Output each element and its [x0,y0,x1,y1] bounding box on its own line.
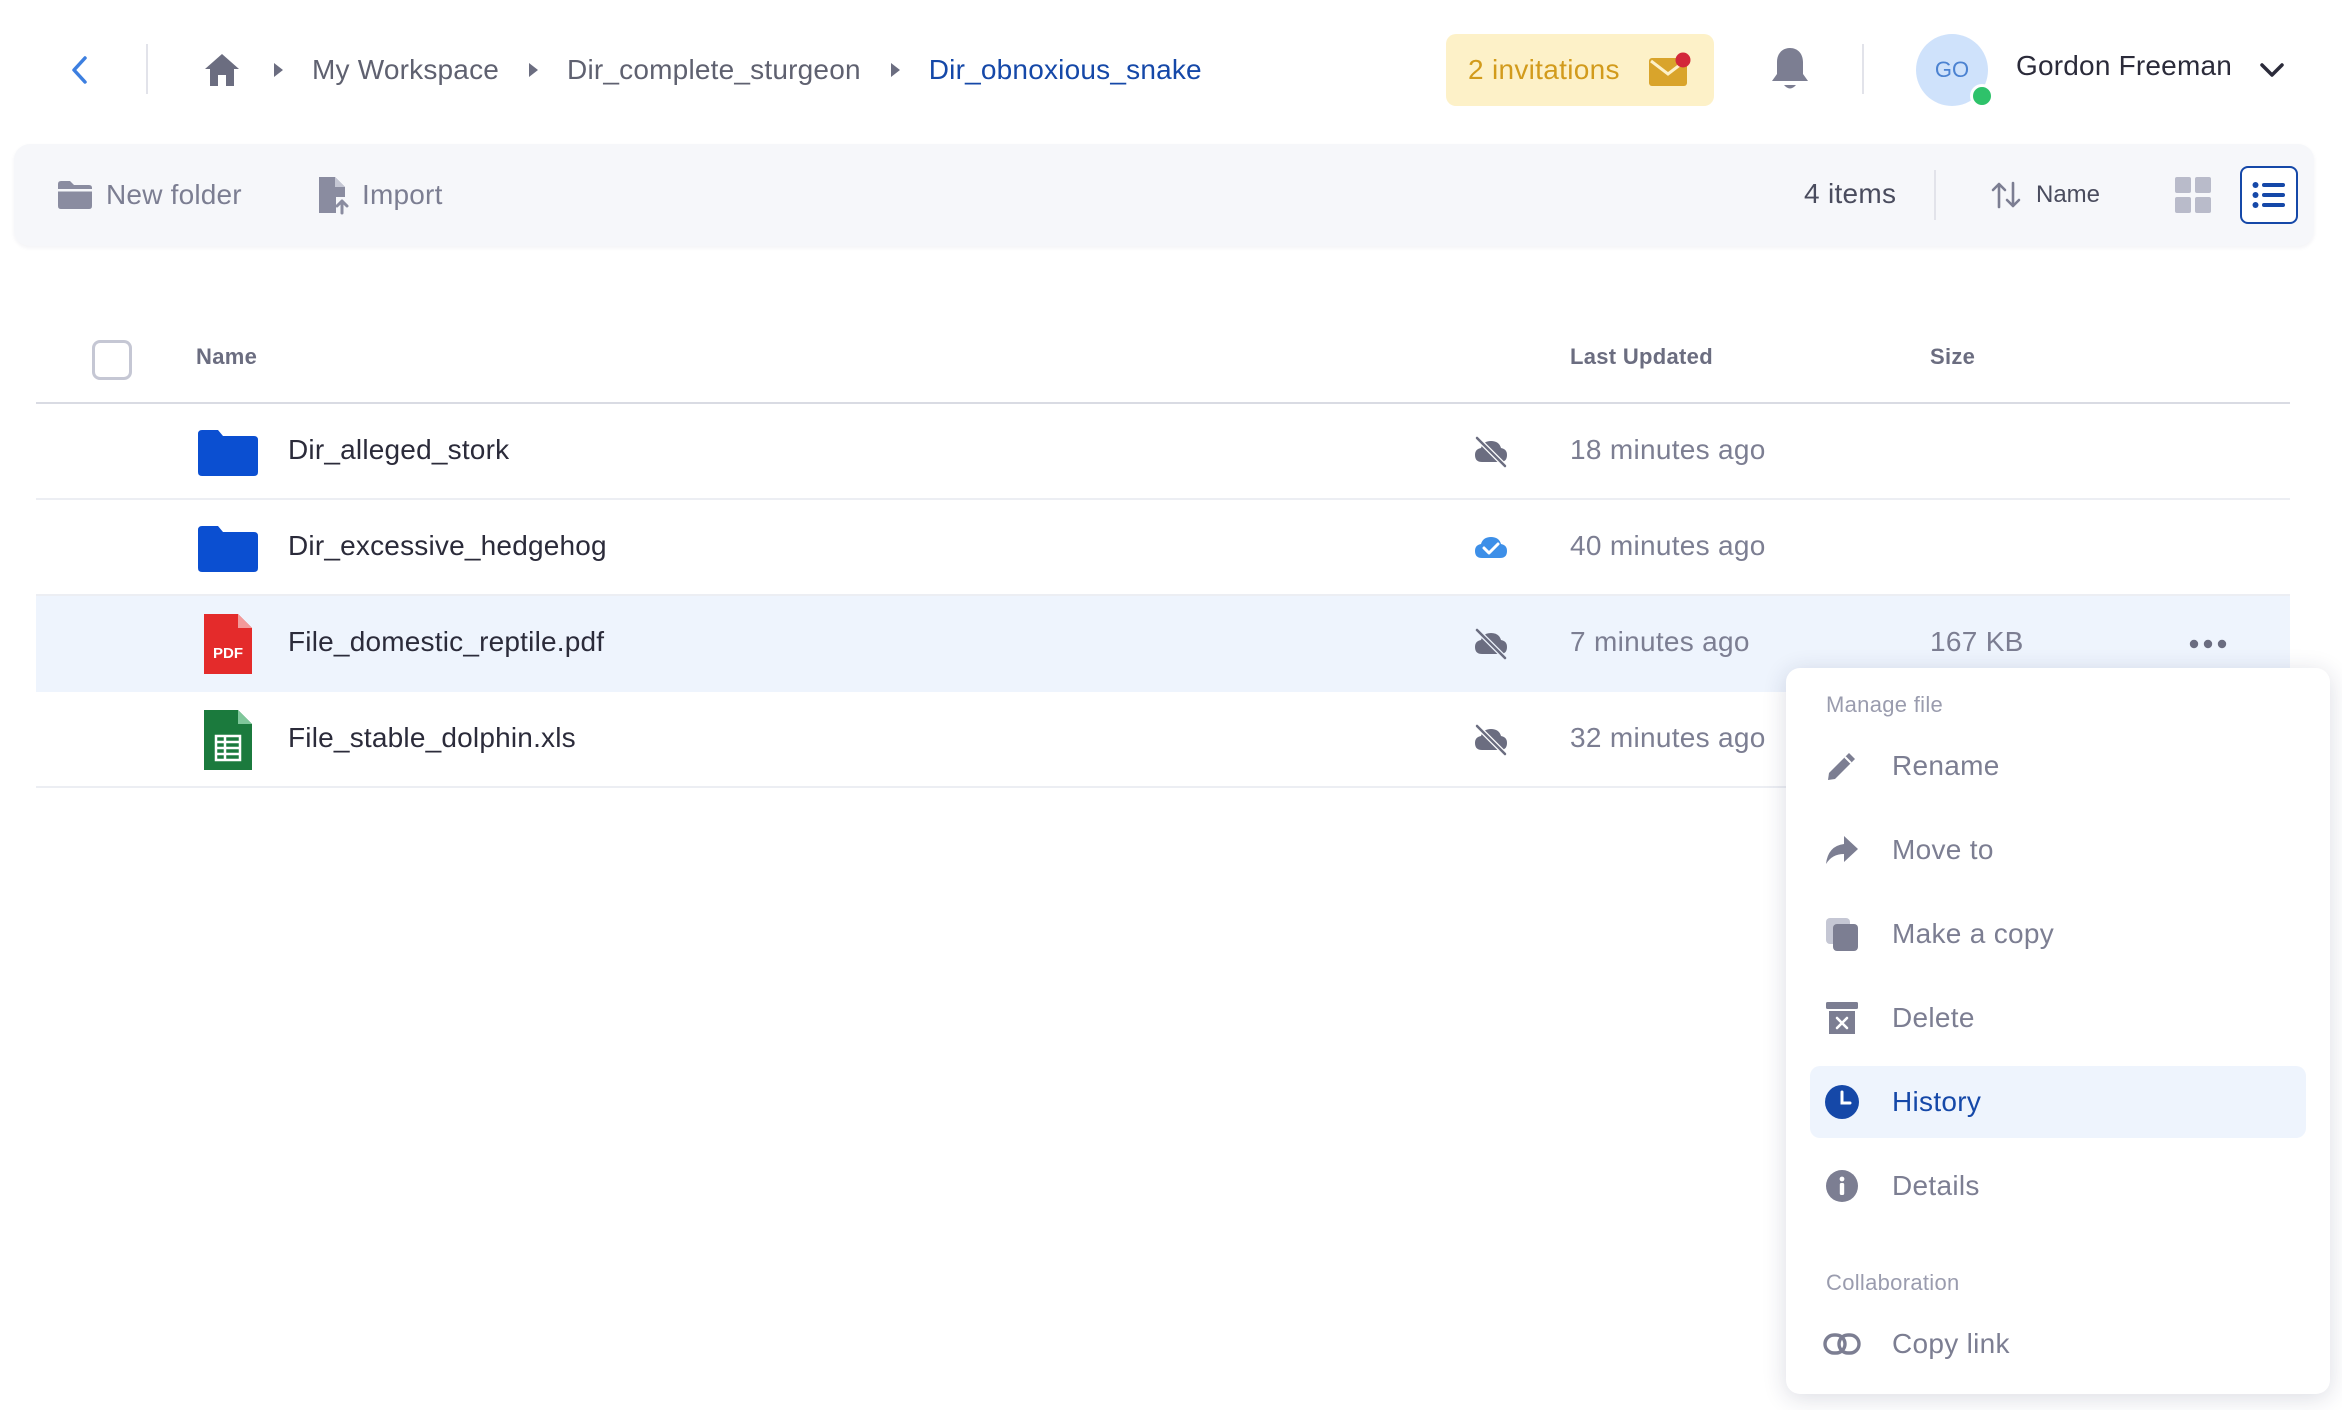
import-label: Import [362,179,443,210]
more-options-button[interactable] [2186,622,2230,666]
table-row[interactable]: Dir_alleged_stork 18 minutes ago [36,404,2290,500]
new-folder-label: New folder [106,179,242,210]
online-status-dot [1970,84,1994,108]
column-header-updated[interactable]: Last Updated [1570,344,1713,370]
envelope-icon [1649,52,1691,86]
grid-view-button[interactable] [2166,168,2220,222]
last-updated: 32 minutes ago [1570,722,1766,753]
file-name: File_domestic_reptile.pdf [288,626,605,657]
menu-item-history[interactable]: History [1810,1066,2306,1138]
info-icon [1822,1166,1862,1206]
folder-icon [58,181,92,209]
cloud-off-icon [1475,628,1507,660]
sort-icon [1991,181,2021,209]
file-size: 167 KB [1930,626,2024,657]
folder-icon [198,526,258,572]
pdf-icon-text: PDF [213,645,243,662]
last-updated: 7 minutes ago [1570,626,1750,657]
menu-item-label: Copy link [1892,1328,2010,1359]
toolbar-divider [1934,170,1936,220]
menu-item-details[interactable]: Details [1810,1150,2306,1222]
last-updated: 18 minutes ago [1570,434,1766,465]
cloud-check-icon [1475,537,1507,558]
column-header-size[interactable]: Size [1930,344,1975,370]
chevron-down-icon[interactable] [2256,54,2288,86]
menu-item-label: Move to [1892,834,1994,865]
menu-item-rename[interactable]: Rename [1810,730,2306,802]
file-name: Dir_excessive_hedgehog [288,530,607,561]
list-icon [2252,182,2285,208]
file-context-menu: Manage file Rename Move to Make a copy D… [1786,668,2330,1394]
breadcrumb-item[interactable]: Dir_complete_sturgeon [567,54,861,86]
file-import-icon [319,177,349,215]
trash-icon [1822,998,1862,1038]
table-header: Name Last Updated Size [36,324,2290,404]
more-horizontal-icon [2189,639,2227,649]
last-updated: 40 minutes ago [1570,530,1766,561]
breadcrumb-current[interactable]: Dir_obnoxious_snake [929,54,1202,86]
menu-item-move-to[interactable]: Move to [1810,814,2306,886]
menu-section-collaboration: Collaboration [1826,1270,1960,1295]
avatar-initials: GO [1934,57,1970,82]
invitations-button[interactable]: 2 invitations [1446,34,1714,106]
breadcrumb-separator-icon [513,50,553,90]
folder-icon [198,430,258,476]
new-folder-button[interactable]: New folder [56,170,242,220]
menu-section-manage-file: Manage file [1826,692,1944,717]
pencil-icon [1822,746,1862,786]
top-header: My Workspace Dir_complete_sturgeon Dir_o… [0,0,2342,140]
menu-item-label: Details [1892,1170,1980,1201]
copy-icon [1822,914,1862,954]
user-name[interactable]: Gordon Freeman [2016,50,2232,82]
cloud-off-icon [1475,724,1507,756]
menu-item-label: Rename [1892,750,2000,781]
pdf-file-icon: PDF [204,614,252,674]
chevron-left-icon [72,56,87,84]
grid-icon [2175,177,2211,213]
item-count: 4 items [1804,178,1897,209]
breadcrumb-separator-icon [258,50,298,90]
menu-item-label: Delete [1892,1002,1975,1033]
menu-item-label: History [1892,1086,1982,1117]
import-button[interactable]: Import [316,170,443,220]
breadcrumb: My Workspace Dir_complete_sturgeon Dir_o… [200,40,1202,100]
select-all-checkbox[interactable] [92,340,132,380]
file-name: File_stable_dolphin.xls [288,722,576,753]
spreadsheet-file-icon [204,710,252,770]
menu-item-copy-link[interactable]: Copy link [1810,1308,2306,1380]
table-row[interactable]: Dir_excessive_hedgehog 40 minutes ago [36,500,2290,596]
cloud-off-icon [1475,436,1507,468]
file-name: Dir_alleged_stork [288,434,510,465]
column-header-name[interactable]: Name [196,344,257,370]
sort-label: Name [2036,181,2101,208]
menu-item-delete[interactable]: Delete [1810,982,2306,1054]
home-icon[interactable] [200,48,244,92]
back-button[interactable] [60,46,100,94]
sort-button[interactable]: Name [1990,172,2100,218]
breadcrumb-item[interactable]: My Workspace [312,54,499,86]
breadcrumb-separator-icon [875,50,915,90]
share-arrow-icon [1822,830,1862,870]
clock-icon [1822,1082,1862,1122]
menu-item-label: Make a copy [1892,918,2055,949]
header-divider [1862,44,1864,94]
invitations-label: 2 invitations [1468,54,1620,85]
link-icon [1822,1324,1862,1364]
list-view-button[interactable] [2240,166,2298,224]
toolbar: New folder Import 4 items Name [14,144,2314,246]
header-divider [146,44,148,94]
menu-item-make-a-copy[interactable]: Make a copy [1810,898,2306,970]
bell-icon[interactable] [1768,44,1812,94]
